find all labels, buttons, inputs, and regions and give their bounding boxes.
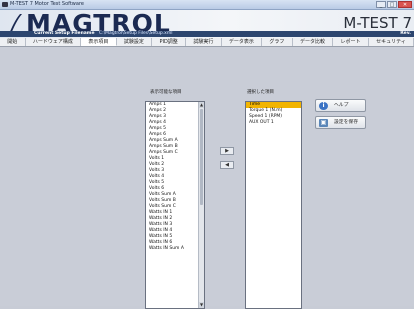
info-icon: i xyxy=(319,102,328,110)
available-items-label: 表示可能な項目 xyxy=(150,90,182,95)
main-tabs: 開始 ハードウェア構成 表示項目 試験設定 PID調整 試験実行 データ表示 グラフ データ比較… xyxy=(0,38,414,47)
tab-7[interactable]: グラフ xyxy=(262,38,293,46)
scroll-down-icon[interactable]: ▼ xyxy=(199,302,204,308)
remove-item-button[interactable]: ◀ xyxy=(220,161,234,169)
tab-6[interactable]: データ表示 xyxy=(222,38,263,46)
save-icon: ▣ xyxy=(319,119,328,127)
tab-10[interactable]: セキュリティ xyxy=(369,38,414,46)
add-item-button[interactable]: ▶ xyxy=(220,147,234,155)
selected-items-label: 選択した項目 xyxy=(247,90,274,95)
help-button[interactable]: i ヘルプ xyxy=(315,99,366,112)
selected-items-list[interactable]: Time Torque 1 (N.m) Speed 1 (RPM) AUX OUT 1 xyxy=(245,101,302,309)
window-title: M-TEST 7 Motor Test Software xyxy=(10,1,84,7)
app-icon xyxy=(2,2,8,7)
save-button-label: 設定を保存 xyxy=(334,120,358,125)
list-item[interactable]: Watts IN Sum A xyxy=(146,246,204,252)
tab-2[interactable]: 表示項目 xyxy=(81,38,117,46)
setup-bar: Current Setup Filename C:\Magtrol\Setup … xyxy=(0,31,414,37)
save-settings-button[interactable]: ▣ 設定を保存 xyxy=(315,116,366,129)
tab-9[interactable]: レポート xyxy=(333,38,369,46)
tab-5[interactable]: 試験実行 xyxy=(186,38,222,46)
product-name: M-TEST 7 xyxy=(343,14,412,32)
help-button-label: ヘルプ xyxy=(334,103,349,108)
maximize-button[interactable]: □ xyxy=(387,1,397,8)
tab-0[interactable]: 開始 xyxy=(0,38,26,46)
setup-label: Current Setup Filename xyxy=(34,31,95,36)
scroll-up-icon[interactable]: ▲ xyxy=(199,102,204,108)
tab-3[interactable]: 試験設定 xyxy=(117,38,153,46)
scroll-thumb[interactable] xyxy=(200,109,203,205)
window-controls: _ □ ✕ xyxy=(376,1,412,8)
revision-label: Rev. xyxy=(400,31,411,36)
close-button[interactable]: ✕ xyxy=(398,1,412,8)
display-items-panel: 表示可能な項目 選択した項目 Amps 1 Amps 2 Amps 3 Amps 4A… xyxy=(0,47,414,309)
tab-8[interactable]: データ比較 xyxy=(293,38,334,46)
list-item[interactable]: AUX OUT 1 xyxy=(246,120,301,126)
tab-1[interactable]: ハードウェア構成 xyxy=(26,38,82,46)
available-items-list[interactable]: Amps 1 Amps 2 Amps 3 Amps 4 Amps 5 Amps 6 Amps… xyxy=(145,101,205,309)
tab-4[interactable]: PID調整 xyxy=(152,38,187,46)
available-list-scrollbar[interactable]: ▲ ▼ xyxy=(198,102,204,308)
setup-path: C:\Magtrol\Setup Files\Setup.xml xyxy=(99,31,173,36)
minimize-button[interactable]: _ xyxy=(376,1,386,8)
